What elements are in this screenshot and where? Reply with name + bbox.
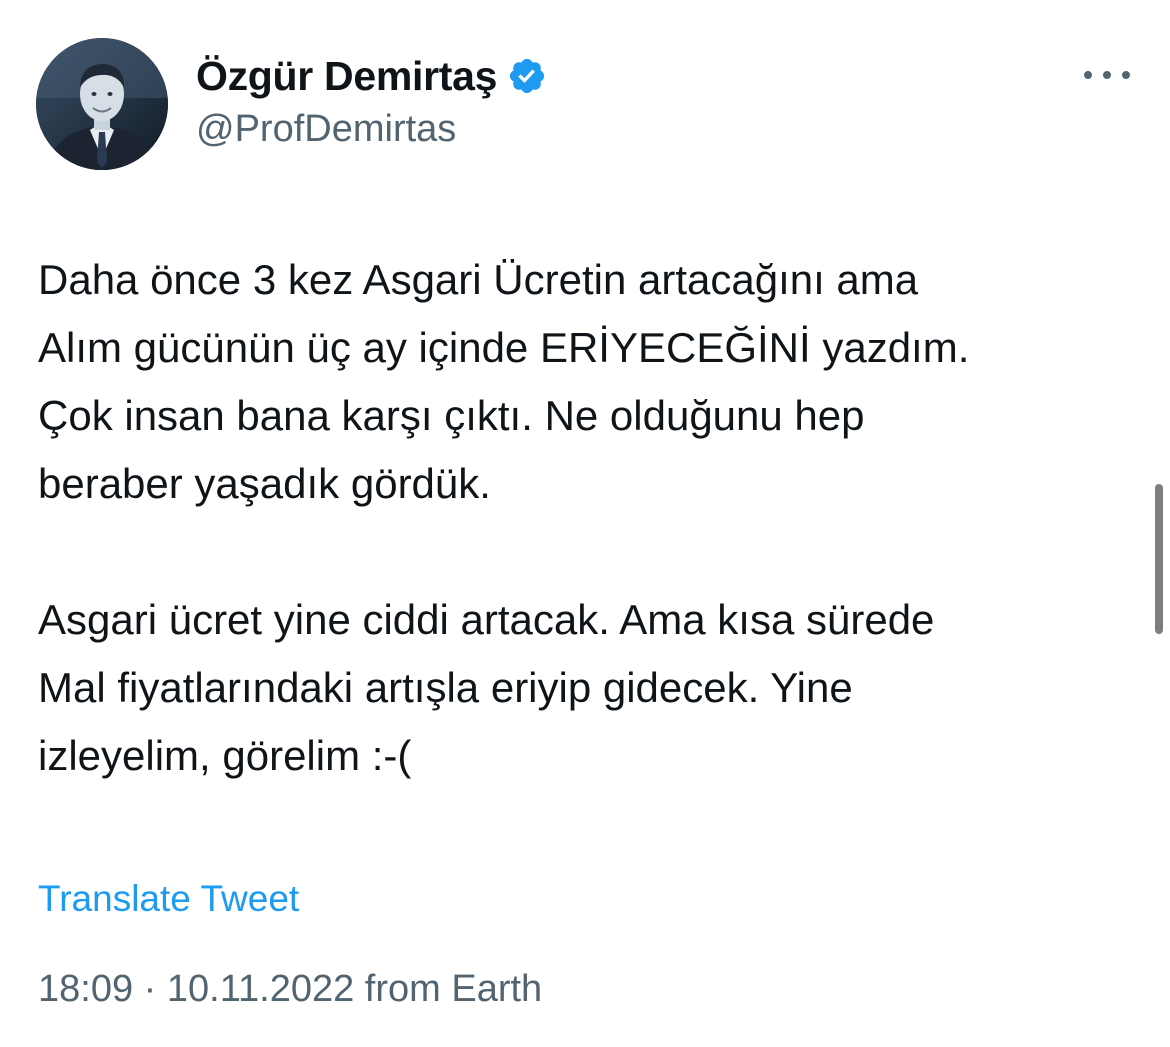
scrollbar[interactable] xyxy=(1155,484,1163,634)
more-options-icon[interactable] xyxy=(1084,64,1130,86)
more-dot xyxy=(1103,71,1111,79)
author-display-name[interactable]: Özgür Demirtaş xyxy=(196,53,497,100)
avatar-image xyxy=(36,38,168,170)
translate-tweet-link[interactable]: Translate Tweet xyxy=(38,878,299,920)
tweet-text: Daha önce 3 kez Asgari Ücretin artacağın… xyxy=(38,246,1138,790)
author-handle[interactable]: @ProfDemirtas xyxy=(196,108,456,151)
tweet-paragraph: Asgari ücret yine ciddi artacak. Ama kıs… xyxy=(38,596,935,779)
author-name-row: Özgür Demirtaş xyxy=(196,50,547,102)
tweet-timestamp[interactable]: 18:09 · 10.11.2022 from Earth xyxy=(38,968,542,1011)
more-dot xyxy=(1122,71,1130,79)
avatar[interactable] xyxy=(36,38,168,170)
tweet-paragraph: Daha önce 3 kez Asgari Ücretin artacağın… xyxy=(38,256,970,507)
verified-badge-icon xyxy=(510,58,545,94)
more-dot xyxy=(1084,71,1092,79)
